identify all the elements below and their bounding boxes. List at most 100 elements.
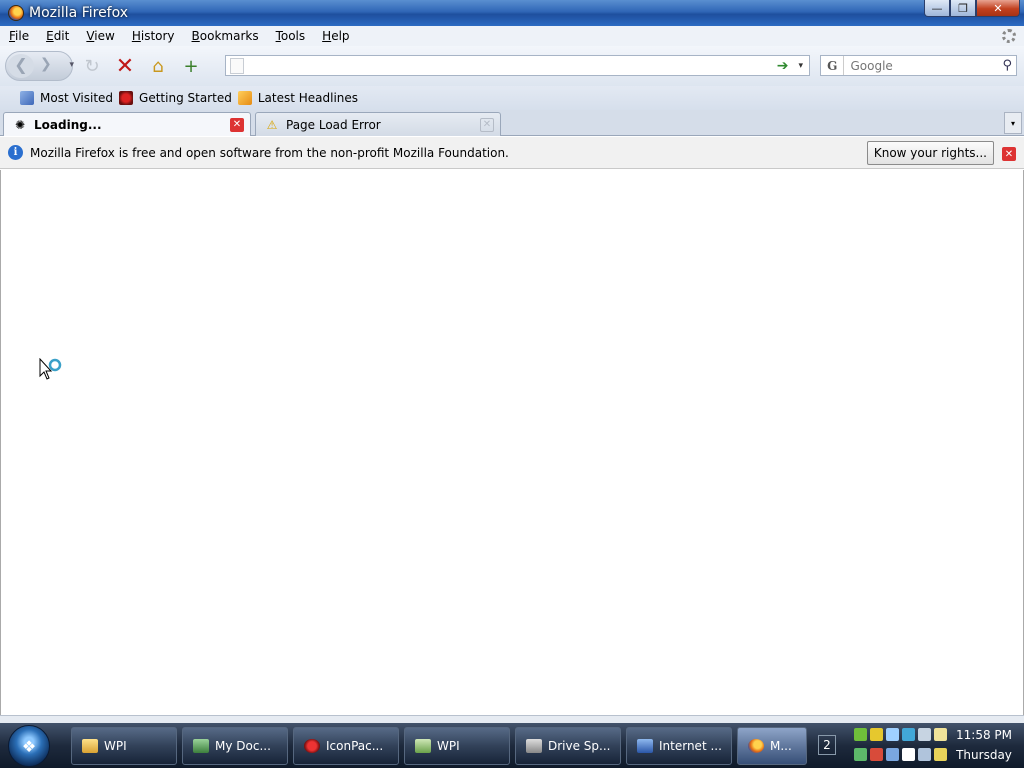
search-input[interactable] bbox=[848, 57, 1003, 74]
tab-strip: ✺ Loading... ✕ ⚠ Page Load Error ✕ ▾ bbox=[0, 110, 1024, 136]
title-bar: Mozilla Firefox — ❐ ✕ bbox=[0, 0, 1024, 26]
getting-started-icon bbox=[119, 91, 134, 105]
busy-cursor-icon bbox=[39, 358, 62, 380]
notification-message: Mozilla Firefox is free and open softwar… bbox=[30, 145, 509, 160]
stop-button[interactable]: ✕ bbox=[111, 52, 139, 80]
bookmark-latest-headlines[interactable]: Latest Headlines bbox=[237, 91, 359, 105]
navigation-toolbar: ❮ ❯ ▾ ↻ ✕ ⌂ + ➔ ▾ G ⚲ bbox=[0, 46, 1024, 86]
list-all-tabs-button[interactable]: ▾ bbox=[1004, 112, 1022, 134]
tab-label: Page Load Error bbox=[286, 117, 381, 132]
notification-close-button[interactable]: ✕ bbox=[1002, 147, 1016, 161]
bookmark-label: Getting Started bbox=[139, 91, 232, 105]
firefox-logo-icon bbox=[8, 5, 24, 21]
tray-icon[interactable] bbox=[886, 747, 899, 761]
tray-icon[interactable] bbox=[854, 747, 867, 761]
bookmark-label: Latest Headlines bbox=[257, 91, 359, 105]
tray-icon[interactable] bbox=[854, 728, 867, 741]
bookmark-most-visited[interactable]: Most Visited bbox=[20, 91, 113, 105]
taskbar-button-internet[interactable]: Internet ... bbox=[626, 727, 732, 765]
taskbar-button-my-documents[interactable]: My Doc... bbox=[182, 727, 288, 765]
clock-day: Thursday bbox=[956, 748, 1012, 762]
menu-edit[interactable]: Edit bbox=[46, 29, 69, 43]
taskbar-button-label: IconPac... bbox=[326, 739, 384, 753]
window-title: Mozilla Firefox bbox=[29, 5, 129, 21]
maximize-button[interactable]: ❐ bbox=[950, 0, 976, 17]
internet-icon bbox=[637, 739, 653, 753]
reload-button[interactable]: ↻ bbox=[78, 52, 106, 80]
bookmarks-toolbar: Most Visited Getting Started Latest Head… bbox=[0, 86, 1024, 110]
know-your-rights-button[interactable]: Know your rights... bbox=[866, 141, 994, 165]
quick-launch-button[interactable]: 2 bbox=[818, 735, 836, 755]
home-button[interactable]: ⌂ bbox=[144, 52, 172, 80]
taskbar-button-label: My Doc... bbox=[215, 739, 271, 753]
taskbar-button-label: M... bbox=[770, 739, 792, 753]
window-controls: — ❐ ✕ bbox=[924, 0, 1020, 17]
status-bar bbox=[0, 715, 1024, 723]
back-forward-group: ❮ ❯ ▾ bbox=[5, 51, 74, 81]
bookmark-getting-started[interactable]: Getting Started bbox=[119, 91, 232, 105]
menu-bar: File Edit View History Bookmarks Tools H… bbox=[0, 26, 1024, 46]
wpi-icon bbox=[415, 739, 431, 753]
go-arrow-icon[interactable]: ➔ bbox=[777, 58, 789, 74]
drive-icon bbox=[526, 739, 542, 753]
folder-icon bbox=[82, 739, 98, 753]
menu-bookmarks[interactable]: Bookmarks bbox=[192, 29, 259, 43]
page-icon bbox=[230, 57, 244, 74]
tray-icon[interactable] bbox=[918, 728, 931, 741]
bookmark-label: Most Visited bbox=[40, 91, 114, 105]
tab-page-load-error[interactable]: ⚠ Page Load Error ✕ bbox=[255, 112, 501, 136]
taskbar-button-label: Internet ... bbox=[659, 739, 722, 753]
search-engine-button[interactable]: G bbox=[821, 56, 845, 75]
forward-button[interactable]: ❯ bbox=[40, 56, 52, 72]
url-dropdown-icon[interactable]: ▾ bbox=[798, 61, 803, 71]
menu-file[interactable]: File bbox=[9, 29, 29, 43]
taskbar-button-label: WPI bbox=[437, 739, 460, 753]
taskbar-button-wpi[interactable]: WPI bbox=[71, 727, 177, 765]
taskbar: ❖ WPI My Doc... IconPac... WPI Drive Sp.… bbox=[0, 723, 1024, 768]
menu-view[interactable]: View bbox=[86, 29, 114, 43]
minimize-button[interactable]: — bbox=[924, 0, 950, 17]
tab-close-button[interactable]: ✕ bbox=[230, 117, 244, 132]
throbber-icon bbox=[1002, 29, 1016, 43]
url-input[interactable] bbox=[248, 56, 777, 75]
loading-spinner-icon: ✺ bbox=[14, 117, 26, 132]
page-content[interactable] bbox=[0, 170, 1024, 715]
warning-icon: ⚠ bbox=[266, 117, 278, 132]
menu-history[interactable]: History bbox=[132, 29, 175, 43]
most-visited-icon bbox=[20, 91, 34, 105]
taskbar-button-drive-space[interactable]: Drive Sp... bbox=[515, 727, 621, 765]
taskbar-button-iconpackager[interactable]: IconPac... bbox=[293, 727, 399, 765]
taskbar-button-wpi-2[interactable]: WPI bbox=[404, 727, 510, 765]
search-bar: G ⚲ bbox=[820, 55, 1017, 76]
tab-label: Loading... bbox=[34, 117, 102, 132]
back-button[interactable]: ❮ bbox=[8, 54, 34, 78]
new-tab-button[interactable]: + bbox=[177, 52, 205, 80]
tab-close-button[interactable]: ✕ bbox=[480, 117, 494, 132]
tray-icon[interactable] bbox=[934, 747, 947, 761]
tray-icon[interactable] bbox=[870, 747, 883, 761]
menu-tools[interactable]: Tools bbox=[276, 29, 306, 43]
notification-bar: i Mozilla Firefox is free and open softw… bbox=[0, 137, 1024, 169]
tray-icon[interactable] bbox=[870, 728, 883, 741]
iconpackager-icon bbox=[304, 739, 320, 753]
start-button[interactable]: ❖ bbox=[8, 725, 50, 767]
taskbar-button-firefox[interactable]: M... bbox=[737, 727, 807, 765]
info-icon: i bbox=[8, 145, 23, 160]
taskbar-button-label: WPI bbox=[104, 739, 127, 753]
tray-icon[interactable] bbox=[886, 728, 899, 741]
tab-loading[interactable]: ✺ Loading... ✕ bbox=[3, 112, 251, 136]
tray-icon[interactable] bbox=[918, 747, 931, 761]
close-button[interactable]: ✕ bbox=[976, 0, 1020, 17]
rss-icon bbox=[237, 91, 252, 105]
clock-time: 11:58 PM bbox=[956, 728, 1012, 742]
search-icon[interactable]: ⚲ bbox=[1002, 58, 1012, 73]
url-bar: ➔ ▾ bbox=[225, 55, 810, 76]
history-dropdown-icon[interactable]: ▾ bbox=[69, 60, 74, 70]
menu-help[interactable]: Help bbox=[322, 29, 349, 43]
firefox-icon bbox=[748, 739, 764, 753]
tray-icon[interactable] bbox=[902, 747, 915, 761]
tray-icon[interactable] bbox=[902, 728, 915, 741]
clock[interactable]: 11:58 PM Thursday bbox=[952, 725, 1016, 765]
taskbar-button-label: Drive Sp... bbox=[548, 739, 611, 753]
tray-icon[interactable] bbox=[934, 728, 947, 741]
